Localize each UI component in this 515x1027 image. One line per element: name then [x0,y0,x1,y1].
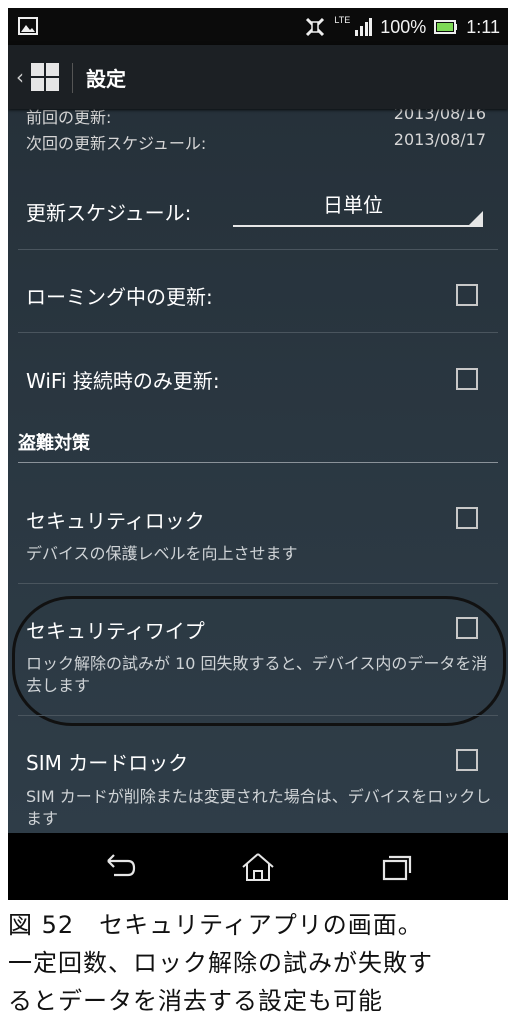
last-update-row: 前回の更新: 2013/08/16 [26,109,486,128]
last-update-value: 2013/08/16 [393,109,486,123]
section-header-anti-theft: 盗難対策 [18,433,90,454]
divider [18,249,498,250]
caption-line: 図 52 セキュリティアプリの画面。 [8,911,423,939]
spinner-corner-icon [469,211,483,225]
status-bar: LTE 100% 1:11 [8,8,508,45]
security-lock-subtitle: デバイスの保護レベルを向上させます [26,544,298,563]
divider [18,715,498,716]
action-bar: ‹ 設定 [8,45,508,109]
settings-list[interactable]: 前回の更新: 2013/08/16 次回の更新スケジュール: 2013/08/1… [8,109,508,833]
next-update-label: 次回の更新スケジュール: [26,134,207,153]
roaming-checkbox[interactable] [456,284,478,306]
section-divider [18,462,498,463]
battery-percent: 100% [380,16,427,37]
sim-lock-title: SIM カードロック [26,751,189,775]
schedule-value: 日単位 [323,193,383,217]
divider [18,583,498,584]
next-update-row: 次回の更新スケジュール: 2013/08/17 [26,130,486,154]
page-title: 設定 [86,67,126,91]
roaming-label: ローミング中の更新: [26,285,213,309]
wifi-only-label: WiFi 接続時のみ更新: [26,369,220,393]
recent-apps-icon[interactable] [376,851,416,883]
action-bar-divider [72,63,73,93]
divider [18,332,498,333]
settings-app-icon[interactable] [30,62,60,92]
back-icon[interactable] [100,851,140,883]
schedule-spinner[interactable]: 日単位 [233,183,491,227]
next-update-value: 2013/08/17 [393,130,486,149]
highlight-circle [12,596,506,726]
security-lock-checkbox[interactable] [456,507,478,529]
mute-vibrate-icon [306,17,325,37]
network-type-label: LTE [334,15,351,25]
battery-icon [434,20,458,34]
up-caret-icon[interactable]: ‹ [16,65,24,89]
navigation-bar [8,833,508,900]
sim-lock-subtitle: SIM カードが削除または変更された場合は、デバイスをロックします [26,787,492,828]
clock: 1:11 [466,16,500,37]
caption-line: るとデータを消去する設定も可能 [8,987,383,1015]
home-icon[interactable] [238,851,278,883]
sim-lock-checkbox[interactable] [456,749,478,771]
last-update-label: 前回の更新: [26,109,112,127]
image-notification-icon [18,17,38,35]
schedule-label: 更新スケジュール: [26,201,192,225]
wifi-only-checkbox[interactable] [456,368,478,390]
phone-screen: LTE 100% 1:11 ‹ 設定 前回の更新: 2013/08/16 次回の… [8,8,508,900]
figure-caption: 図 52 セキュリティアプリの画面。 一定回数、ロック解除の試みが失敗す るとデ… [8,906,508,1020]
signal-icon [355,18,373,36]
spinner-underline [233,225,483,227]
caption-line: 一定回数、ロック解除の試みが失敗す [8,949,433,977]
security-lock-title: セキュリティロック [26,509,205,533]
